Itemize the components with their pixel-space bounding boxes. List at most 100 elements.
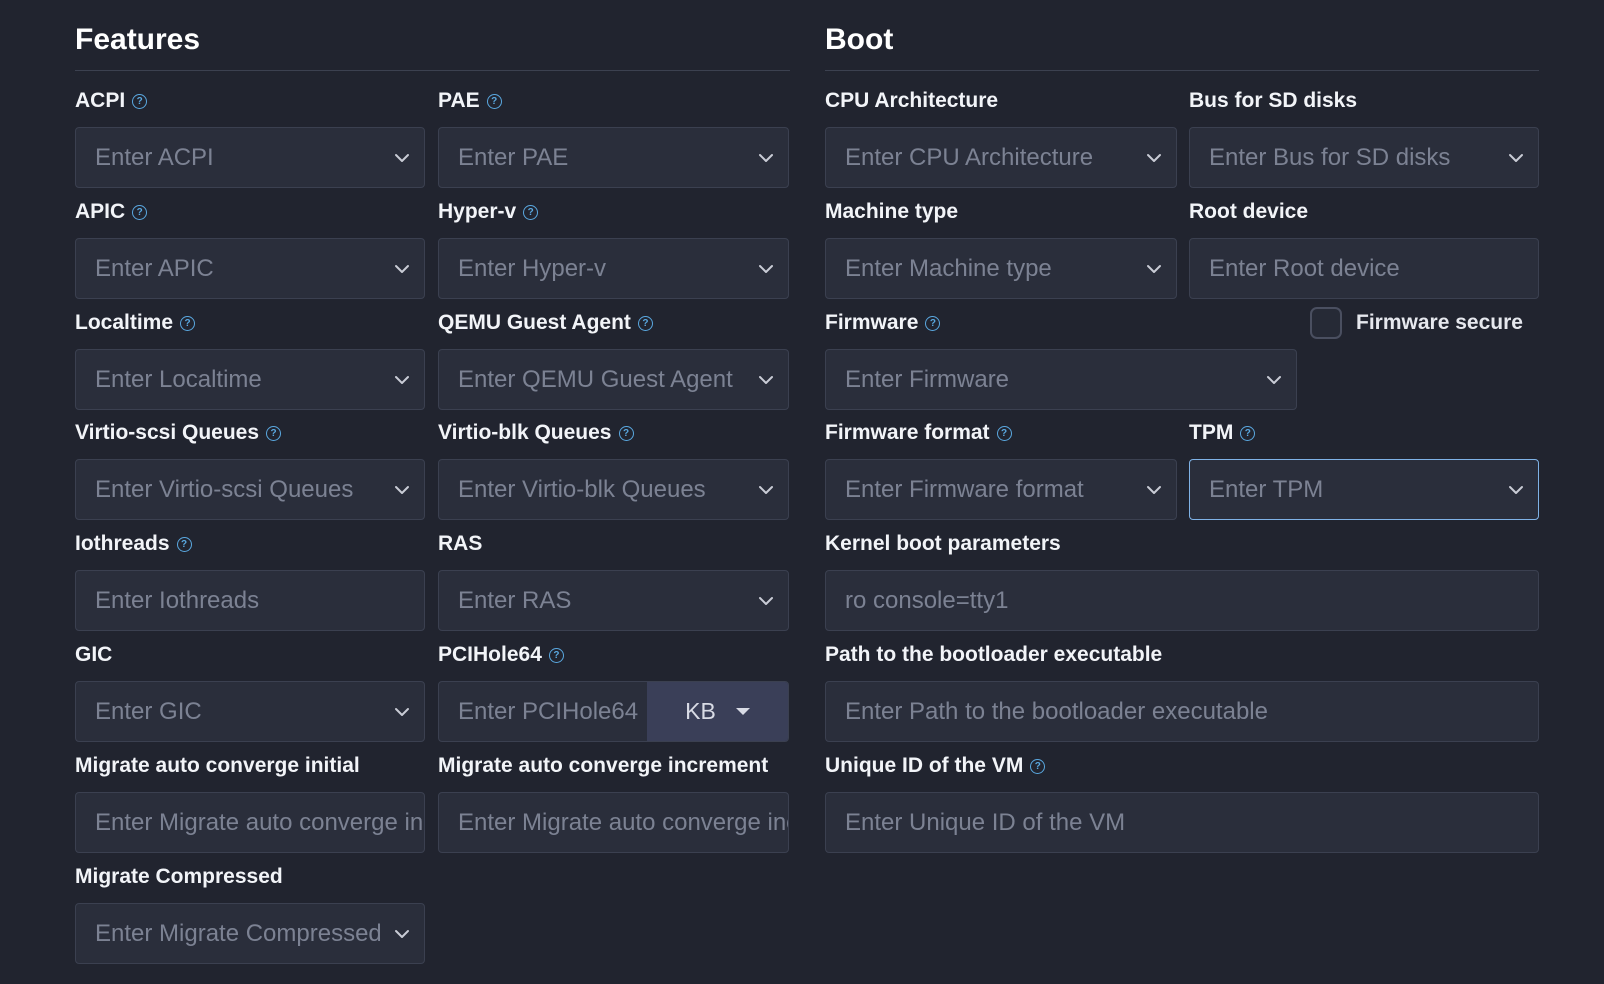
migrate-auto-converge-initial-input[interactable] bbox=[75, 792, 425, 853]
qemu-guest-agent-label: QEMU Guest Agent? bbox=[438, 308, 653, 338]
kernel-boot-parameters-input[interactable] bbox=[825, 570, 1539, 631]
help-icon[interactable]: ? bbox=[486, 93, 502, 109]
pcihole64-input[interactable]: KB bbox=[438, 681, 789, 742]
chevron-down-icon[interactable] bbox=[1494, 460, 1538, 519]
pcihole64-label: PCIHole64? bbox=[438, 640, 564, 670]
hyper-v-select[interactable] bbox=[438, 238, 789, 299]
help-icon[interactable]: ? bbox=[176, 536, 192, 552]
chevron-down-icon[interactable] bbox=[380, 239, 424, 298]
chevron-down-icon[interactable] bbox=[380, 904, 424, 963]
help-icon[interactable]: ? bbox=[132, 93, 148, 109]
help-icon[interactable]: ? bbox=[925, 315, 941, 331]
iothreads-label: Iothreads? bbox=[75, 529, 192, 559]
help-icon[interactable]: ? bbox=[1240, 425, 1256, 441]
cpu-architecture-select[interactable] bbox=[825, 127, 1177, 188]
chevron-down-icon[interactable] bbox=[380, 128, 424, 187]
help-icon[interactable]: ? bbox=[637, 315, 653, 331]
firmware-secure-label: Firmware secure bbox=[1356, 311, 1523, 334]
migrate-compressed-select[interactable] bbox=[75, 903, 425, 964]
pae-text-input[interactable] bbox=[439, 128, 744, 187]
help-icon[interactable]: ? bbox=[523, 204, 539, 220]
migrate-compressed-text-input[interactable] bbox=[76, 904, 380, 963]
tpm-select[interactable] bbox=[1189, 459, 1539, 520]
help-icon[interactable]: ? bbox=[1030, 758, 1046, 774]
pcihole64-text-input[interactable] bbox=[439, 682, 647, 741]
qemu-guest-agent-text-input[interactable] bbox=[439, 350, 744, 409]
path-to-the-bootloader-executable-text-input[interactable] bbox=[826, 682, 1538, 741]
acpi-label: ACPI? bbox=[75, 86, 148, 116]
chevron-down-icon[interactable] bbox=[1132, 128, 1176, 187]
virtio-blk-queues-label-text: Virtio-blk Queues bbox=[438, 421, 612, 444]
firmware-format-select[interactable] bbox=[825, 459, 1177, 520]
gic-label: GIC bbox=[75, 640, 112, 670]
iothreads-label-text: Iothreads bbox=[75, 532, 170, 555]
acpi-select[interactable] bbox=[75, 127, 425, 188]
machine-type-text-input[interactable] bbox=[826, 239, 1132, 298]
localtime-text-input[interactable] bbox=[76, 350, 380, 409]
machine-type-label: Machine type bbox=[825, 197, 958, 227]
apic-select[interactable] bbox=[75, 238, 425, 299]
help-icon[interactable]: ? bbox=[996, 425, 1012, 441]
gic-select[interactable] bbox=[75, 681, 425, 742]
help-icon[interactable]: ? bbox=[180, 315, 196, 331]
migrate-auto-converge-increment-input[interactable] bbox=[438, 792, 789, 853]
pae-label: PAE? bbox=[438, 86, 502, 116]
iothreads-input[interactable] bbox=[75, 570, 425, 631]
ras-text-input[interactable] bbox=[439, 571, 744, 630]
chevron-down-icon[interactable] bbox=[380, 350, 424, 409]
machine-type-select[interactable] bbox=[825, 238, 1177, 299]
chevron-down-icon[interactable] bbox=[1132, 460, 1176, 519]
virtio-scsi-queues-text-input[interactable] bbox=[76, 460, 380, 519]
migrate-auto-converge-initial-label-text: Migrate auto converge initial bbox=[75, 754, 360, 777]
migrate-auto-converge-increment-text-input[interactable] bbox=[439, 793, 788, 852]
firmware-text-input[interactable] bbox=[826, 350, 1252, 409]
migrate-auto-converge-increment-label-text: Migrate auto converge increment bbox=[438, 754, 769, 777]
cpu-architecture-text-input[interactable] bbox=[826, 128, 1132, 187]
firmware-label: Firmware? bbox=[825, 308, 941, 338]
help-icon[interactable]: ? bbox=[132, 204, 148, 220]
chevron-down-icon[interactable] bbox=[744, 460, 788, 519]
virtio-scsi-queues-select[interactable] bbox=[75, 459, 425, 520]
chevron-down-icon[interactable] bbox=[744, 571, 788, 630]
pae-select[interactable] bbox=[438, 127, 789, 188]
localtime-select[interactable] bbox=[75, 349, 425, 410]
chevron-down-icon[interactable] bbox=[1494, 128, 1538, 187]
chevron-down-icon[interactable] bbox=[744, 239, 788, 298]
acpi-text-input[interactable] bbox=[76, 128, 380, 187]
help-icon[interactable]: ? bbox=[618, 425, 634, 441]
tpm-label: TPM? bbox=[1189, 418, 1256, 448]
tpm-text-input[interactable] bbox=[1190, 460, 1494, 519]
chevron-down-icon[interactable] bbox=[380, 682, 424, 741]
bus-for-sd-disks-select[interactable] bbox=[1189, 127, 1539, 188]
migrate-auto-converge-initial-text-input[interactable] bbox=[76, 793, 424, 852]
hyper-v-text-input[interactable] bbox=[439, 239, 744, 298]
firmware-secure-checkbox[interactable] bbox=[1310, 307, 1342, 339]
chevron-down-icon[interactable] bbox=[744, 350, 788, 409]
path-to-the-bootloader-executable-label: Path to the bootloader executable bbox=[825, 640, 1162, 670]
qemu-guest-agent-select[interactable] bbox=[438, 349, 789, 410]
path-to-the-bootloader-executable-input[interactable] bbox=[825, 681, 1539, 742]
chevron-down-icon[interactable] bbox=[1252, 350, 1296, 409]
chevron-down-icon[interactable] bbox=[1132, 239, 1176, 298]
root-device-input[interactable] bbox=[1189, 238, 1539, 299]
bus-for-sd-disks-text-input[interactable] bbox=[1190, 128, 1494, 187]
help-icon[interactable]: ? bbox=[266, 425, 282, 441]
root-device-text-input[interactable] bbox=[1190, 239, 1538, 298]
migrate-auto-converge-initial-label: Migrate auto converge initial bbox=[75, 751, 360, 781]
chevron-down-icon[interactable] bbox=[744, 128, 788, 187]
virtio-blk-queues-select[interactable] bbox=[438, 459, 789, 520]
apic-text-input[interactable] bbox=[76, 239, 380, 298]
unit-select[interactable]: KB bbox=[647, 682, 788, 741]
help-icon[interactable]: ? bbox=[548, 647, 564, 663]
chevron-down-icon[interactable] bbox=[380, 460, 424, 519]
unique-id-of-the-vm-input[interactable] bbox=[825, 792, 1539, 853]
unique-id-of-the-vm-text-input[interactable] bbox=[826, 793, 1538, 852]
kernel-boot-parameters-text-input[interactable] bbox=[826, 571, 1538, 630]
ras-select[interactable] bbox=[438, 570, 789, 631]
iothreads-text-input[interactable] bbox=[76, 571, 424, 630]
gic-text-input[interactable] bbox=[76, 682, 380, 741]
firmware-format-text-input[interactable] bbox=[826, 460, 1132, 519]
virtio-blk-queues-text-input[interactable] bbox=[439, 460, 744, 519]
firmware-secure-toggle[interactable]: Firmware secure bbox=[1310, 307, 1523, 339]
firmware-select[interactable] bbox=[825, 349, 1297, 410]
